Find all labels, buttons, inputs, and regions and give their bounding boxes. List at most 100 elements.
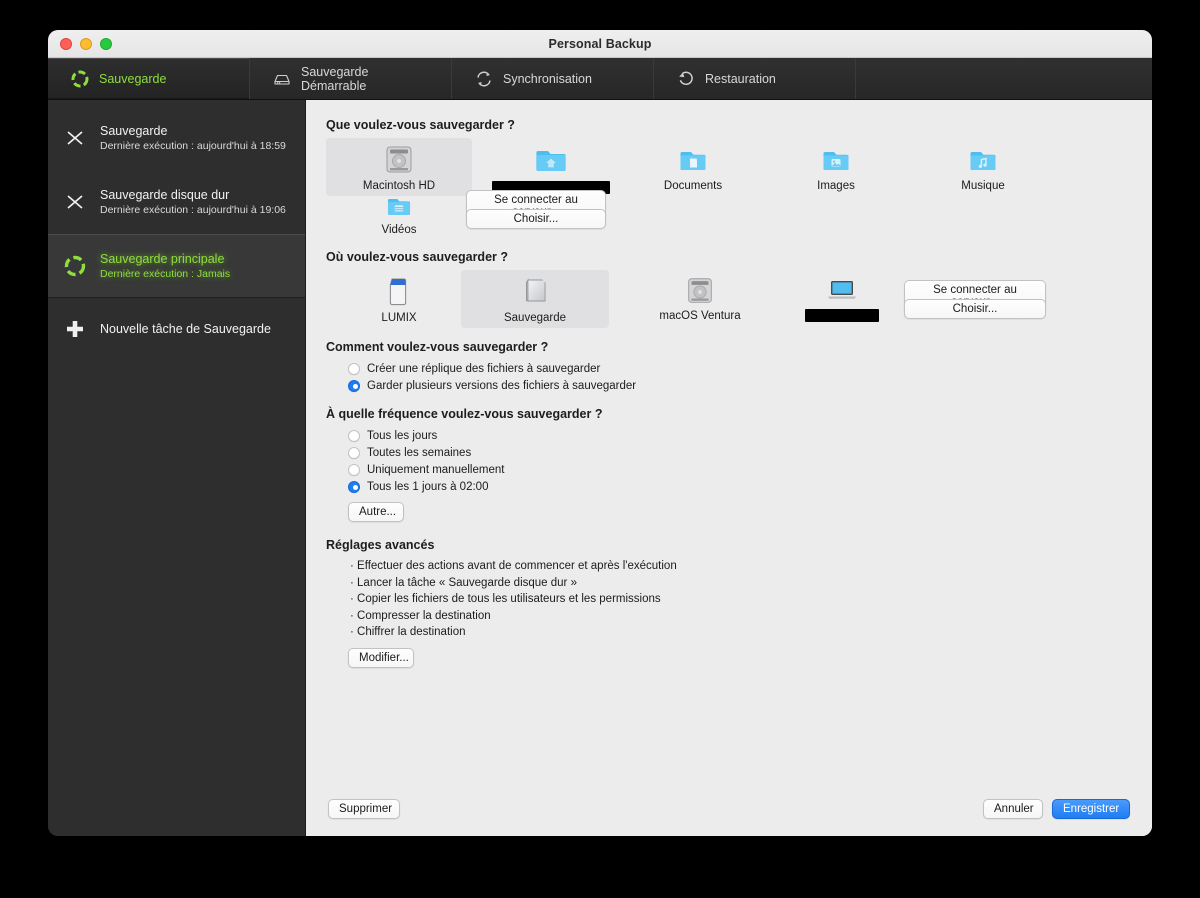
tile-label: macOS Ventura bbox=[659, 310, 741, 322]
restore-arrow-icon bbox=[676, 69, 696, 89]
tab-label: Restauration bbox=[705, 71, 776, 86]
tab-synchronisation[interactable]: Synchronisation bbox=[452, 58, 654, 99]
task-last-run: Dernière exécution : aujourd'hui à 19:06 bbox=[100, 204, 286, 216]
plus-icon bbox=[62, 316, 88, 342]
pictures-folder-icon bbox=[816, 143, 856, 177]
destination-section-title: Où voulez-vous sauvegarder ? bbox=[326, 250, 508, 264]
frequency-radio-group: Tous les jours Toutes les semaines Uniqu… bbox=[326, 427, 1130, 522]
pane-footer: Supprimer Annuler Enregistrer bbox=[306, 782, 1152, 836]
radio-icon[interactable] bbox=[348, 463, 360, 476]
option-label: Tous les jours bbox=[367, 429, 438, 442]
tab-label: Sauvegarde bbox=[99, 71, 167, 86]
tab-label: Synchronisation bbox=[503, 71, 592, 86]
advanced-item: · Lancer la tâche « Sauvegarde disque du… bbox=[350, 576, 577, 589]
main-tabbar: Sauvegarde Sauvegarde Démarrable Synchro… bbox=[48, 58, 1152, 100]
how-option-replica[interactable]: Créer une réplique des fichiers à sauveg… bbox=[348, 360, 1130, 377]
tab-sauvegarde[interactable]: Sauvegarde bbox=[48, 58, 250, 99]
task-name: Sauvegarde principale bbox=[100, 252, 225, 266]
source-tile-grid: Macintosh HD Documents Images Musique Vi… bbox=[326, 138, 1130, 248]
advanced-item: · Copier les fichiers de tous les utilis… bbox=[350, 593, 661, 605]
tile-label: Musique bbox=[961, 180, 1005, 192]
source-tile-home-folder[interactable] bbox=[476, 138, 626, 198]
internal-hard-drive-icon bbox=[680, 275, 720, 307]
task-name: Sauvegarde disque dur bbox=[100, 188, 230, 202]
tile-label: Images bbox=[817, 180, 855, 192]
destination-tile-sauvegarde[interactable]: Sauvegarde bbox=[461, 270, 609, 328]
advanced-edit-button[interactable]: Modifier... bbox=[348, 647, 414, 668]
how-radio-group: Créer une réplique des fichiers à sauveg… bbox=[326, 360, 1130, 394]
sync-arrows-icon bbox=[474, 69, 494, 89]
destination-tile-laptop[interactable] bbox=[788, 270, 896, 326]
task-last-run: Dernière exécution : Jamais bbox=[100, 268, 231, 280]
tab-restauration[interactable]: Restauration bbox=[654, 58, 856, 99]
source-tile-documents[interactable]: Documents bbox=[633, 138, 753, 196]
task-last-run: Dernière exécution : aujourd'hui à 18:59 bbox=[100, 140, 286, 152]
radio-icon[interactable] bbox=[348, 429, 360, 442]
music-folder-icon bbox=[963, 143, 1003, 177]
task-sidebar: Sauvegarde Dernière exécution : aujourd'… bbox=[48, 100, 306, 836]
option-label: Tous les 1 jours à 02:00 bbox=[367, 480, 489, 493]
sidebar-new-backup-task[interactable]: Nouvelle tâche de Sauvegarde bbox=[48, 298, 305, 360]
option-label: Uniquement manuellement bbox=[367, 463, 505, 476]
window-titlebar: Personal Backup bbox=[48, 30, 1152, 58]
task-name: Sauvegarde bbox=[100, 124, 168, 138]
desktop-background: Personal Backup Sauvegarde Sauvegarde Dé… bbox=[0, 0, 1200, 898]
tab-sauvegarde-demarrable[interactable]: Sauvegarde Démarrable bbox=[250, 58, 452, 99]
tabbar-filler bbox=[856, 58, 1152, 99]
source-tile-videos[interactable]: Vidéos bbox=[355, 186, 443, 240]
advanced-settings-list: · Effectuer des actions avant de commenc… bbox=[350, 558, 1130, 641]
frequency-option-weekly[interactable]: Toutes les semaines bbox=[348, 444, 1130, 461]
tile-label: Vidéos bbox=[381, 224, 417, 236]
tile-label: Documents bbox=[663, 180, 723, 192]
advanced-section-title: Réglages avancés bbox=[326, 538, 435, 552]
radio-icon[interactable] bbox=[348, 379, 360, 392]
x-mark-icon bbox=[62, 125, 88, 151]
destination-choose-button[interactable]: Choisir... bbox=[904, 299, 1046, 319]
frequency-option-custom[interactable]: Tous les 1 jours à 02:00 bbox=[348, 478, 1130, 495]
how-section-title: Comment voulez-vous sauvegarder ? bbox=[326, 340, 549, 354]
movies-folder-icon bbox=[381, 191, 417, 221]
frequency-option-daily[interactable]: Tous les jours bbox=[348, 427, 1130, 444]
sidebar-task-sauvegarde[interactable]: Sauvegarde Dernière exécution : aujourd'… bbox=[48, 106, 305, 170]
tile-label-redacted bbox=[805, 309, 879, 322]
home-folder-icon bbox=[531, 143, 571, 177]
destination-tile-lumix[interactable]: LUMIX bbox=[355, 270, 443, 328]
save-button[interactable]: Enregistrer bbox=[1052, 799, 1130, 819]
advanced-item: · Chiffrer la destination bbox=[350, 626, 466, 638]
destination-tile-macos-ventura[interactable]: macOS Ventura bbox=[626, 270, 774, 326]
sidebar-task-sauvegarde-disque-dur[interactable]: Sauvegarde disque dur Dernière exécution… bbox=[48, 170, 305, 234]
radio-icon[interactable] bbox=[348, 480, 360, 493]
personal-backup-window: Personal Backup Sauvegarde Sauvegarde Dé… bbox=[48, 30, 1152, 836]
source-tile-images[interactable]: Images bbox=[781, 138, 891, 196]
sidebar-task-sauvegarde-principale[interactable]: Sauvegarde principale Dernière exécution… bbox=[48, 234, 305, 298]
external-drive-icon bbox=[272, 69, 292, 89]
advanced-item: · Compresser la destination bbox=[350, 609, 491, 622]
frequency-section-title: À quelle fréquence voulez-vous sauvegard… bbox=[326, 407, 603, 421]
new-task-label: Nouvelle tâche de Sauvegarde bbox=[100, 322, 271, 336]
cancel-button[interactable]: Annuler bbox=[983, 799, 1043, 819]
radio-icon[interactable] bbox=[348, 446, 360, 459]
x-mark-icon bbox=[62, 189, 88, 215]
internal-hard-drive-icon bbox=[379, 143, 419, 177]
frequency-option-manual[interactable]: Uniquement manuellement bbox=[348, 461, 1130, 478]
sd-card-icon bbox=[381, 275, 417, 309]
footer-actions: Annuler Enregistrer bbox=[983, 799, 1130, 819]
window-body: Sauvegarde Dernière exécution : aujourd'… bbox=[48, 100, 1152, 836]
tile-label: LUMIX bbox=[381, 312, 417, 324]
source-tile-musique[interactable]: Musique bbox=[928, 138, 1038, 196]
backup-settings-pane: Que voulez-vous sauvegarder ? Macintosh … bbox=[306, 100, 1152, 836]
window-title: Personal Backup bbox=[548, 36, 652, 51]
source-choose-button[interactable]: Choisir... bbox=[466, 209, 606, 229]
destination-tile-grid: LUMIX Sauvegarde macOS Ventura Se connec… bbox=[326, 270, 1130, 336]
delete-button[interactable]: Supprimer bbox=[328, 799, 400, 819]
advanced-item: · Effectuer des actions avant de commenc… bbox=[350, 560, 677, 572]
option-label: Garder plusieurs versions des fichiers à… bbox=[367, 379, 637, 392]
option-label: Toutes les semaines bbox=[367, 446, 472, 459]
backup-circle-icon bbox=[70, 69, 90, 89]
tile-label: Sauvegarde bbox=[503, 312, 567, 324]
settings-form: Que voulez-vous sauvegarder ? Macintosh … bbox=[306, 100, 1152, 782]
how-option-versions[interactable]: Garder plusieurs versions des fichiers à… bbox=[348, 377, 1130, 394]
source-section-title: Que voulez-vous sauvegarder ? bbox=[326, 118, 515, 132]
radio-icon[interactable] bbox=[348, 362, 360, 375]
frequency-other-button[interactable]: Autre... bbox=[348, 502, 404, 522]
